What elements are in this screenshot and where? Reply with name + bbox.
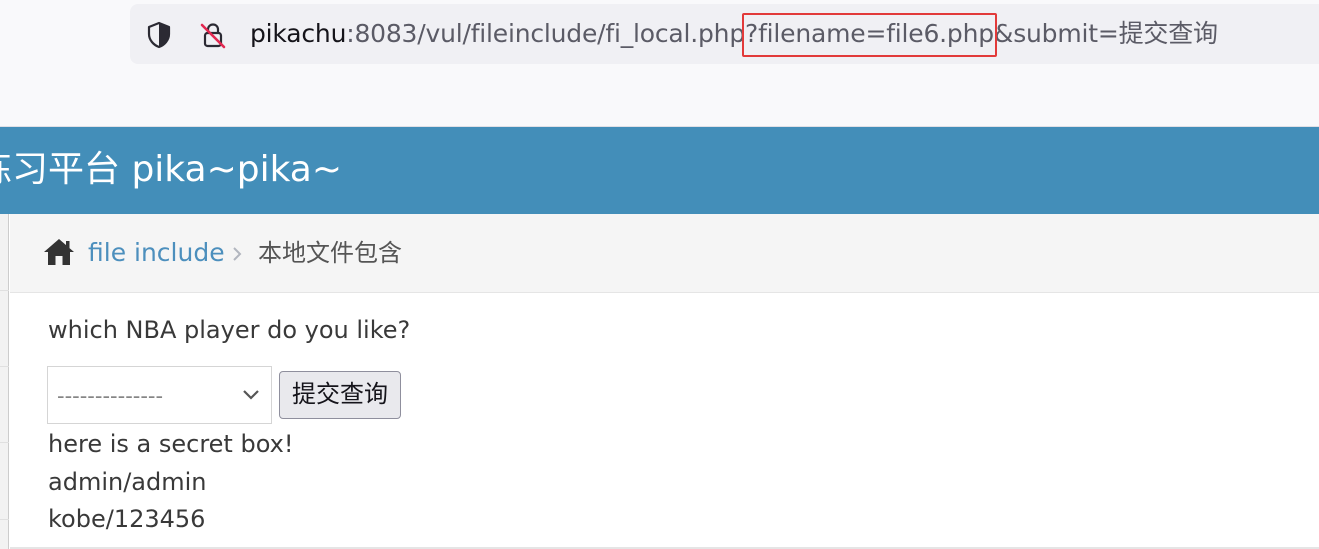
site-title[interactable]: 练习平台 pika~pika~ (0, 147, 342, 193)
url-query-highlight: ?filename=file6.php (745, 19, 994, 48)
select-value: -------------- (57, 384, 164, 408)
shield-icon[interactable] (144, 20, 174, 50)
result-line: kobe/123456 (48, 505, 206, 533)
address-bar[interactable]: pikachu:8083/vul/fileinclude/fi_local.ph… (130, 4, 1319, 64)
breadcrumb-link-file-include[interactable]: file include (88, 236, 225, 270)
url-text[interactable]: pikachu:8083/vul/fileinclude/fi_local.ph… (250, 17, 1218, 51)
url-query-rest: &submit=提交查询 (993, 19, 1218, 48)
breadcrumb-current: 本地文件包含 (258, 239, 402, 267)
result-line: admin/admin (48, 468, 207, 496)
player-select[interactable]: -------------- (47, 366, 272, 424)
submit-button[interactable]: 提交查询 (279, 371, 401, 419)
chevron-down-icon[interactable] (241, 387, 261, 403)
sidebar-collapsed (0, 214, 9, 549)
breadcrumb: file include 本地文件包含 (10, 214, 1319, 293)
browser-toolbar: pikachu:8083/vul/fileinclude/fi_local.ph… (0, 0, 1319, 127)
page-content: which NBA player do you like? ----------… (10, 294, 1319, 549)
sidebar-divider (0, 290, 9, 291)
sidebar-divider (0, 519, 9, 520)
sidebar-divider (0, 366, 9, 367)
home-icon[interactable] (42, 237, 76, 267)
site-header: 练习平台 pika~pika~ (0, 127, 1319, 214)
url-path: :8083/vul/fileinclude/fi_local.php (346, 19, 745, 48)
chevron-right-icon (228, 244, 246, 264)
result-line: here is a secret box! (48, 430, 294, 458)
url-host: pikachu (250, 19, 347, 48)
question-label: which NBA player do you like? (48, 316, 411, 344)
lock-slash-icon[interactable] (198, 20, 228, 50)
sidebar-divider (0, 442, 9, 443)
